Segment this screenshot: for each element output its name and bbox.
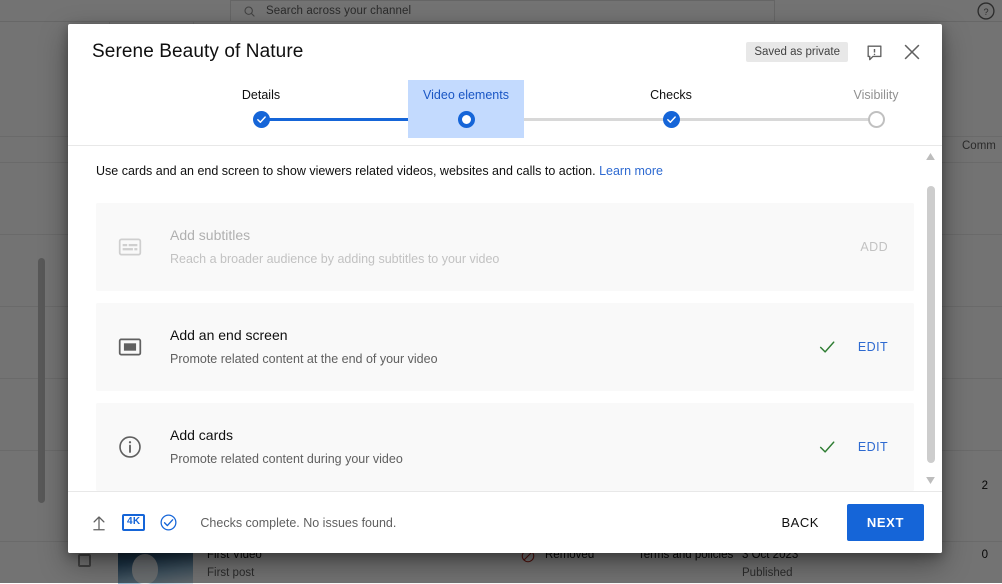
add-subtitles-button: ADD <box>860 240 888 254</box>
element-card-actions: ADD <box>860 240 888 254</box>
element-card-actions: EDIT <box>818 338 888 356</box>
back-button[interactable]: BACK <box>768 506 833 539</box>
scroll-up-arrow-icon[interactable] <box>926 152 935 161</box>
element-card-cards: Add cards Promote related content during… <box>96 403 914 491</box>
dialog-footer-buttons: BACK NEXT <box>768 504 924 541</box>
stepper-node-checks[interactable] <box>663 111 680 128</box>
subtitles-icon <box>116 233 144 261</box>
stepper-step-checks[interactable]: Checks <box>613 80 729 138</box>
edit-cards-button[interactable]: EDIT <box>858 440 888 454</box>
check-icon <box>256 114 267 125</box>
dialog-scrollbar[interactable] <box>925 152 936 485</box>
dialog-header: Serene Beauty of Nature Saved as private <box>68 24 942 80</box>
dialog-header-actions: Saved as private <box>746 40 924 64</box>
next-button[interactable]: NEXT <box>847 504 924 541</box>
edit-end-screen-button[interactable]: EDIT <box>858 340 888 354</box>
element-card-subtitle: Promote related content at the end of yo… <box>170 352 438 366</box>
scroll-down-arrow-icon[interactable] <box>926 476 935 485</box>
element-card-actions: EDIT <box>818 438 888 456</box>
upload-arrow-icon <box>90 514 108 532</box>
stepper-step-label: Details <box>242 88 280 102</box>
element-card-title: Add cards <box>170 427 403 443</box>
green-check-icon <box>818 438 836 456</box>
upload-stepper: Details Video elements Checks Visibility <box>68 80 942 146</box>
feedback-icon <box>865 43 884 62</box>
element-card-subtitle: Promote related content during your vide… <box>170 452 403 466</box>
stepper-step-label: Visibility <box>854 88 899 102</box>
stepper-step-label: Video elements <box>423 88 509 102</box>
close-icon <box>901 41 923 63</box>
status-badge: Saved as private <box>746 42 848 62</box>
check-icon <box>666 114 677 125</box>
dialog-footer: 4K Checks complete. No issues found. BAC… <box>68 491 942 553</box>
stepper-node-video-elements[interactable] <box>458 111 475 128</box>
dialog-title: Serene Beauty of Nature <box>92 41 303 63</box>
cards-info-icon <box>116 433 144 461</box>
green-check-icon <box>818 338 836 356</box>
description-text: Use cards and an end screen to show view… <box>96 164 596 178</box>
stepper-step-visibility[interactable]: Visibility <box>818 80 934 138</box>
stepper-node-visibility[interactable] <box>868 111 885 128</box>
element-card-title: Add an end screen <box>170 327 438 343</box>
element-card-subtitles: Add subtitles Reach a broader audience b… <box>96 203 914 291</box>
video-elements-description: Use cards and an end screen to show view… <box>96 162 914 181</box>
dialog-scrollbar-thumb[interactable] <box>927 186 935 463</box>
close-button[interactable] <box>900 40 924 64</box>
check-circle-icon <box>159 513 178 532</box>
element-card-subtitle: Reach a broader audience by adding subti… <box>170 252 499 266</box>
element-card-text: Add an end screen Promote related conten… <box>170 327 438 366</box>
feedback-button[interactable] <box>862 40 886 64</box>
stepper-step-details[interactable]: Details <box>203 80 319 138</box>
footer-status-icons: 4K <box>90 513 178 532</box>
stepper-node-details[interactable] <box>253 111 270 128</box>
video-upload-dialog: Serene Beauty of Nature Saved as private <box>68 24 942 553</box>
end-screen-icon <box>116 333 144 361</box>
checks-status-text: Checks complete. No issues found. <box>200 516 396 530</box>
element-card-title: Add subtitles <box>170 227 499 243</box>
element-card-end-screen: Add an end screen Promote related conten… <box>96 303 914 391</box>
learn-more-link[interactable]: Learn more <box>599 164 663 178</box>
dialog-body: Use cards and an end screen to show view… <box>68 146 942 491</box>
element-card-text: Add subtitles Reach a broader audience b… <box>170 227 499 266</box>
stepper-step-video-elements[interactable]: Video elements <box>408 80 524 138</box>
resolution-badge: 4K <box>122 514 145 531</box>
stepper-step-label: Checks <box>650 88 692 102</box>
element-card-text: Add cards Promote related content during… <box>170 427 403 466</box>
